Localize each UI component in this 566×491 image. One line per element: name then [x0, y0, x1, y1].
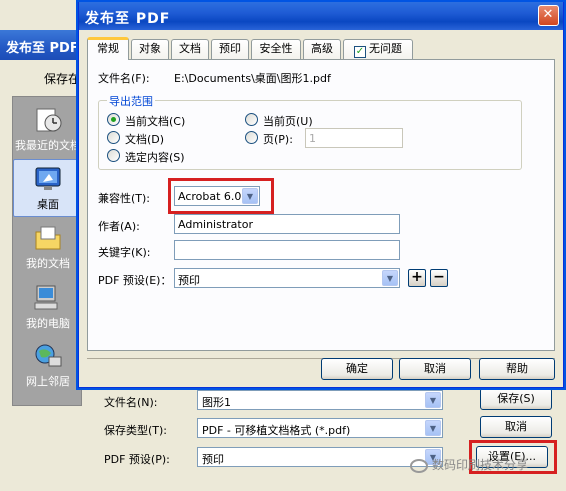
- place-label: 我最近的文档: [15, 139, 81, 152]
- dialog-titlebar: 发布至 PDF ✕: [79, 2, 563, 30]
- save-type-combo[interactable]: PDF - 可移植文档格式 (*.pdf) ▼: [197, 418, 443, 438]
- save-in-label: 保存在: [44, 72, 81, 86]
- chevron-down-icon[interactable]: ▼: [425, 392, 441, 408]
- keywords-label: 关键字(K):: [98, 246, 151, 259]
- place-recent-documents[interactable]: 我最近的文档: [13, 101, 83, 159]
- recent-documents-icon: [36, 108, 62, 132]
- general-tab-panel: 文件名(F): E:\Documents\桌面\图形1.pdf 导出范围 当前文…: [87, 59, 555, 351]
- radio-current-page[interactable]: [245, 113, 258, 126]
- chevron-down-icon[interactable]: ▼: [425, 420, 441, 436]
- place-label: 我的电脑: [26, 317, 70, 330]
- my-documents-icon: [35, 226, 61, 250]
- radio-current-document[interactable]: [107, 113, 120, 126]
- compatibility-highlight-box: [168, 178, 274, 214]
- pdf-preset-value: 预印: [178, 274, 200, 287]
- place-desktop[interactable]: 桌面: [13, 159, 83, 217]
- place-label: 我的文档: [26, 257, 70, 270]
- tab-document[interactable]: 文档: [171, 39, 209, 59]
- watermark-text: 数码印刷技术分享: [432, 458, 529, 472]
- places-bar: 我最近的文档 桌面 我的文档 我的电脑 网上邻居: [12, 96, 83, 406]
- author-input[interactable]: Administrator: [174, 214, 400, 234]
- tab-no-issues[interactable]: ✓ 无问题: [343, 39, 413, 59]
- pages-input[interactable]: 1: [305, 128, 403, 148]
- keywords-input[interactable]: [174, 240, 400, 260]
- tab-prepress[interactable]: 预印: [211, 39, 249, 59]
- save-button[interactable]: 保存(S): [480, 388, 552, 410]
- place-network-places[interactable]: 网上邻居: [13, 337, 83, 395]
- radio-selection[interactable]: [107, 149, 120, 162]
- author-label: 作者(A):: [98, 220, 140, 233]
- file-name-label: 文件名(N):: [104, 396, 158, 409]
- chevron-down-icon[interactable]: ▼: [382, 270, 398, 286]
- pdf-preset-combo[interactable]: 预印 ▼: [174, 268, 400, 288]
- selection-label[interactable]: 选定内容(S): [125, 149, 185, 165]
- radio-pages[interactable]: [245, 131, 258, 144]
- place-label: 网上邻居: [26, 375, 70, 388]
- documents-label[interactable]: 文档(D): [125, 131, 164, 147]
- background-pdf-preset-value: 预印: [202, 453, 224, 466]
- place-my-documents[interactable]: 我的文档: [13, 219, 83, 277]
- dialog-title: 发布至 PDF: [85, 11, 171, 27]
- check-icon: ✓: [354, 46, 366, 58]
- cancel-button[interactable]: 取消: [399, 358, 471, 380]
- save-type-label: 保存类型(T):: [104, 424, 168, 437]
- export-range-group: 导出范围 当前文档(C) 文档(D) 选定内容(S) 当前页(U) 页(P): …: [98, 93, 522, 170]
- output-file-name-label: 文件名(F):: [98, 72, 150, 85]
- place-label: 桌面: [37, 198, 59, 211]
- close-icon[interactable]: ✕: [538, 5, 559, 26]
- place-my-computer[interactable]: 我的电脑: [13, 279, 83, 337]
- remove-preset-button[interactable]: −: [430, 269, 448, 287]
- tab-objects[interactable]: 对象: [131, 39, 169, 59]
- background-cancel-button[interactable]: 取消: [480, 416, 552, 438]
- watermark: 数码印刷技术分享: [410, 456, 560, 480]
- compatibility-label: 兼容性(T):: [98, 192, 151, 205]
- background-pdf-preset-combo[interactable]: 预印 ▼: [197, 447, 443, 467]
- output-file-path: E:\Documents\桌面\图形1.pdf: [174, 72, 331, 85]
- wechat-icon: [410, 458, 428, 473]
- tab-advanced[interactable]: 高级: [303, 39, 341, 59]
- tab-security[interactable]: 安全性: [251, 39, 301, 59]
- background-titlebar: 发布至 PDF: [0, 30, 84, 60]
- network-places-icon: [35, 344, 62, 367]
- tab-strip: 常规 对象 文档 预印 安全性 高级 ✓ 无问题: [87, 37, 557, 60]
- desktop-icon: [35, 167, 61, 190]
- tab-no-issues-label: 无问题: [369, 42, 402, 55]
- add-preset-button[interactable]: +: [408, 269, 426, 287]
- file-name-value: 图形1: [202, 396, 231, 409]
- export-range-title: 导出范围: [107, 93, 155, 109]
- publish-to-pdf-dialog: 发布至 PDF ✕ 常规 对象 文档 预印 安全性 高级 ✓ 无问题 文件名(F)…: [78, 2, 564, 388]
- current-document-label[interactable]: 当前文档(C): [125, 113, 185, 129]
- help-button[interactable]: 帮助: [479, 358, 555, 380]
- current-page-label[interactable]: 当前页(U): [263, 113, 313, 129]
- my-computer-icon: [34, 285, 58, 310]
- pdf-preset-label: PDF 预设(E)：: [98, 274, 172, 287]
- save-type-value: PDF - 可移植文档格式 (*.pdf): [202, 424, 351, 437]
- pages-label[interactable]: 页(P):: [263, 131, 293, 147]
- ok-button[interactable]: 确定: [321, 358, 393, 380]
- background-pdf-preset-label: PDF 预设(P):: [104, 453, 170, 466]
- radio-documents[interactable]: [107, 131, 120, 144]
- tab-general[interactable]: 常规: [87, 37, 129, 60]
- file-name-combo[interactable]: 图形1 ▼: [197, 390, 443, 410]
